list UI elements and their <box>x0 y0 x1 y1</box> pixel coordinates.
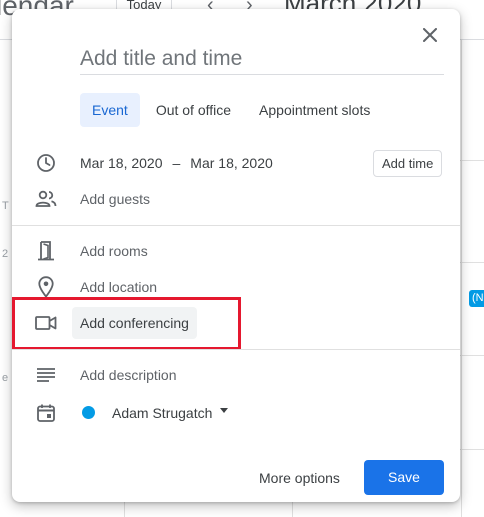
event-title-input[interactable] <box>80 43 444 75</box>
divider <box>12 349 460 350</box>
add-rooms-row[interactable]: Add rooms <box>12 233 460 269</box>
add-conferencing-button[interactable]: Add conferencing <box>72 307 197 339</box>
calendar-owner-name[interactable]: Adam Strugatch <box>112 405 212 421</box>
background-fragment: e <box>2 372 9 384</box>
add-location-row[interactable]: Add location <box>12 269 460 305</box>
add-description-row[interactable]: Add description <box>12 357 460 393</box>
calendar-color-dot <box>82 406 95 419</box>
door-icon <box>34 239 58 263</box>
calendar-row[interactable] <box>12 395 460 431</box>
grid-row-line <box>460 262 484 263</box>
add-location-label[interactable]: Add location <box>80 279 157 295</box>
date-range[interactable]: Mar 18, 2020– Mar 18, 2020 <box>80 155 273 171</box>
tab-appointment-slots[interactable]: Appointment slots <box>247 93 382 127</box>
background-fragment: T <box>2 200 9 212</box>
notes-icon <box>34 363 58 387</box>
location-pin-icon <box>34 275 58 299</box>
grid-column-line <box>461 40 462 517</box>
background-fragment: 2 <box>2 248 9 260</box>
grid-row-line <box>460 449 484 450</box>
tab-out-of-office[interactable]: Out of office <box>144 93 243 127</box>
add-guests-row[interactable]: Add guests <box>12 181 460 217</box>
end-date[interactable]: Mar 18, 2020 <box>190 155 273 171</box>
divider <box>12 225 460 226</box>
more-options-button[interactable]: More options <box>250 460 349 496</box>
calendar-icon <box>34 401 58 425</box>
start-date[interactable]: Mar 18, 2020 <box>80 155 163 171</box>
grid-row-line <box>460 355 484 356</box>
tab-event[interactable]: Event <box>80 93 140 127</box>
save-button[interactable]: Save <box>364 460 444 495</box>
event-chip[interactable]: (N <box>469 290 484 307</box>
quick-event-dialog: Event Out of office Appointment slots Ma… <box>12 9 460 502</box>
grid-row-line <box>460 160 484 161</box>
event-type-tabs: Event Out of office Appointment slots <box>80 93 382 127</box>
people-icon <box>34 187 58 211</box>
chevron-down-icon[interactable] <box>220 408 228 413</box>
clock-icon <box>34 151 58 175</box>
add-time-button[interactable]: Add time <box>373 150 443 177</box>
video-camera-icon <box>34 311 58 335</box>
add-description-label[interactable]: Add description <box>80 367 177 383</box>
add-guests-label[interactable]: Add guests <box>80 191 150 207</box>
date-separator: – <box>172 155 181 171</box>
add-rooms-label[interactable]: Add rooms <box>80 243 148 259</box>
